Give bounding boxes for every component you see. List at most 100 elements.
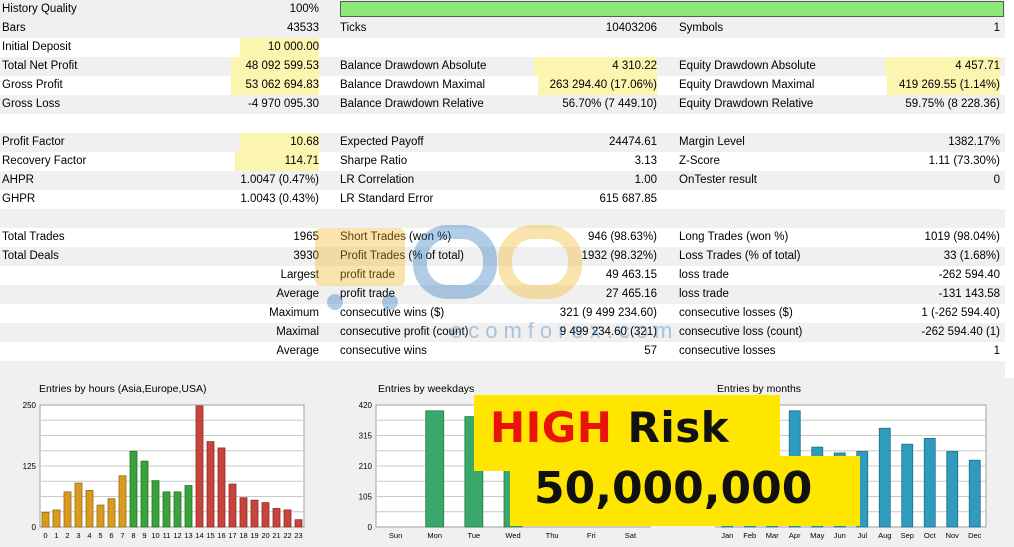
balance-dd-rel-value: 56.70% (7 449.10) bbox=[562, 98, 657, 110]
x-tick-label: 12 bbox=[173, 531, 181, 540]
max-consecutive-losses-label: consecutive losses ($) bbox=[679, 307, 793, 319]
bar-22 bbox=[283, 509, 292, 528]
sharpe-ratio-value: 3.13 bbox=[634, 155, 657, 167]
equity-dd-max-label: Equity Drawdown Maximal bbox=[679, 79, 815, 91]
y-tick-label: 250 bbox=[23, 401, 37, 410]
balance-dd-abs-value: 4 310.22 bbox=[534, 57, 657, 76]
x-tick-label: Sep bbox=[901, 531, 914, 540]
bar-12 bbox=[173, 491, 182, 528]
row-average: Average profit trade 27 465.16 loss trad… bbox=[0, 285, 1005, 304]
x-tick-label: May bbox=[810, 531, 824, 540]
row-total-trades: Total Trades 1965 Short Trades (won %) 9… bbox=[0, 228, 1005, 247]
bar-21 bbox=[272, 508, 281, 528]
maximal-consecutive-loss-label: consecutive loss (count) bbox=[679, 326, 803, 338]
x-tick-label: Jul bbox=[857, 531, 867, 540]
bar-6 bbox=[107, 498, 116, 528]
row-spacer-2 bbox=[0, 209, 1005, 228]
symbols-value: 1 bbox=[993, 22, 1000, 34]
profit-factor-value: 10.68 bbox=[240, 133, 319, 152]
x-tick-label: 19 bbox=[250, 531, 258, 540]
x-tick-label: 21 bbox=[272, 531, 280, 540]
bar-23 bbox=[294, 519, 303, 528]
equity-dd-rel-value: 59.75% (8 228.36) bbox=[905, 98, 1000, 110]
y-tick-label: 210 bbox=[359, 462, 373, 471]
x-tick-label: Mar bbox=[766, 531, 779, 540]
x-tick-label: Aug bbox=[878, 531, 891, 540]
largest-profit-label: profit trade bbox=[340, 269, 395, 281]
x-tick-label: 4 bbox=[87, 531, 91, 540]
total-trades-label: Total Trades bbox=[2, 231, 65, 243]
row-gross-profit: Gross Profit 53 062 694.83 Balance Drawd… bbox=[0, 76, 1005, 95]
x-tick-label: Feb bbox=[743, 531, 756, 540]
average-profit-value: 27 465.16 bbox=[605, 288, 657, 300]
amount-banner: 50,000,000 bbox=[510, 456, 860, 526]
short-trades-label: Short Trades (won %) bbox=[340, 231, 452, 243]
maximum-label: Maximum bbox=[269, 307, 319, 319]
z-score-label: Z-Score bbox=[679, 155, 720, 167]
row-gross-loss: Gross Loss -4 970 095.30 Balance Drawdow… bbox=[0, 95, 1005, 114]
bar-17 bbox=[228, 483, 237, 528]
bar-18 bbox=[239, 497, 248, 528]
history-quality-bar bbox=[340, 1, 1004, 17]
bars-label: Bars bbox=[2, 22, 26, 34]
margin-level-label: Margin Level bbox=[679, 136, 745, 148]
x-tick-label: Apr bbox=[789, 531, 801, 540]
average-consecutive-losses-label: consecutive losses bbox=[679, 345, 776, 357]
bars-value: 43533 bbox=[287, 22, 319, 34]
hours-chart: 01252500 1 2 3 4 5 6 7 8 9 10 11 12 13 14 15 16 17 18 19 20 2… bbox=[23, 401, 305, 540]
sharpe-ratio-label: Sharpe Ratio bbox=[340, 155, 408, 167]
months-chart-title: Entries by months bbox=[717, 383, 802, 395]
x-tick-label: Tue bbox=[468, 531, 481, 540]
x-tick-label: 7 bbox=[120, 531, 124, 540]
bar-10 bbox=[151, 480, 160, 528]
lr-std-error-label: LR Standard Error bbox=[340, 193, 434, 205]
initial-deposit-value: 10 000.00 bbox=[239, 38, 319, 57]
y-tick-label: 105 bbox=[359, 493, 373, 502]
weekdays-chart-title: Entries by weekdays bbox=[378, 383, 475, 395]
row-maximal: Maximal consecutive profit (count) 9 499… bbox=[0, 323, 1005, 342]
max-consecutive-wins-value: 321 (9 499 234.60) bbox=[559, 307, 657, 319]
gross-profit-value: 53 062 694.83 bbox=[231, 76, 319, 95]
average-profit-label: profit trade bbox=[340, 288, 395, 300]
short-trades-value: 946 (98.63%) bbox=[587, 231, 657, 243]
x-tick-label: 22 bbox=[283, 531, 291, 540]
lr-correlation-label: LR Correlation bbox=[340, 174, 415, 186]
x-tick-label: Sat bbox=[625, 531, 637, 540]
x-tick-label: 5 bbox=[98, 531, 102, 540]
bar-2 bbox=[63, 491, 72, 528]
row-average-consecutive: Average consecutive wins 57 consecutive … bbox=[0, 342, 1005, 361]
bar-14 bbox=[195, 405, 204, 528]
x-tick-label: 20 bbox=[261, 531, 269, 540]
bar-7 bbox=[118, 475, 127, 528]
average-consecutive-label: Average bbox=[276, 345, 319, 357]
y-tick-label: 315 bbox=[359, 432, 373, 441]
bar-Aug bbox=[878, 427, 891, 528]
amount-text: 50,000,000 bbox=[534, 463, 813, 514]
row-profit-factor: Profit Factor 10.68 Expected Payoff 2447… bbox=[0, 133, 1005, 152]
balance-dd-max-value: 263 294.40 (17.06%) bbox=[537, 76, 657, 95]
bar-9 bbox=[140, 460, 149, 528]
row-largest: Largest profit trade 49 463.15 loss trad… bbox=[0, 266, 1005, 285]
x-tick-label: Jan bbox=[721, 531, 733, 540]
equity-dd-rel-label: Equity Drawdown Relative bbox=[679, 98, 814, 110]
max-consecutive-wins-label: consecutive wins ($) bbox=[340, 307, 445, 319]
x-tick-label: 2 bbox=[65, 531, 69, 540]
ontester-label: OnTester result bbox=[679, 174, 757, 186]
gross-profit-label: Gross Profit bbox=[2, 79, 63, 91]
loss-trades-value: 33 (1.68%) bbox=[943, 250, 1000, 262]
average-consecutive-losses-value: 1 bbox=[993, 345, 1000, 357]
x-tick-label: 17 bbox=[228, 531, 236, 540]
y-tick-label: 0 bbox=[32, 523, 37, 532]
row-total-net-profit: Total Net Profit 48 092 599.53 Balance D… bbox=[0, 57, 1005, 76]
bar-4 bbox=[85, 490, 94, 528]
total-net-profit-value: 48 092 599.53 bbox=[231, 57, 319, 76]
x-tick-label: 18 bbox=[239, 531, 247, 540]
largest-loss-value: -262 594.40 bbox=[938, 269, 1000, 281]
bar-3 bbox=[74, 482, 83, 528]
profit-factor-label: Profit Factor bbox=[2, 136, 65, 148]
x-tick-label: Fri bbox=[587, 531, 596, 540]
balance-dd-max-label: Balance Drawdown Maximal bbox=[340, 79, 486, 91]
x-tick-label: Wed bbox=[505, 531, 520, 540]
row-maximum: Maximum consecutive wins ($) 321 (9 499 … bbox=[0, 304, 1005, 323]
bar-Oct bbox=[923, 438, 936, 528]
